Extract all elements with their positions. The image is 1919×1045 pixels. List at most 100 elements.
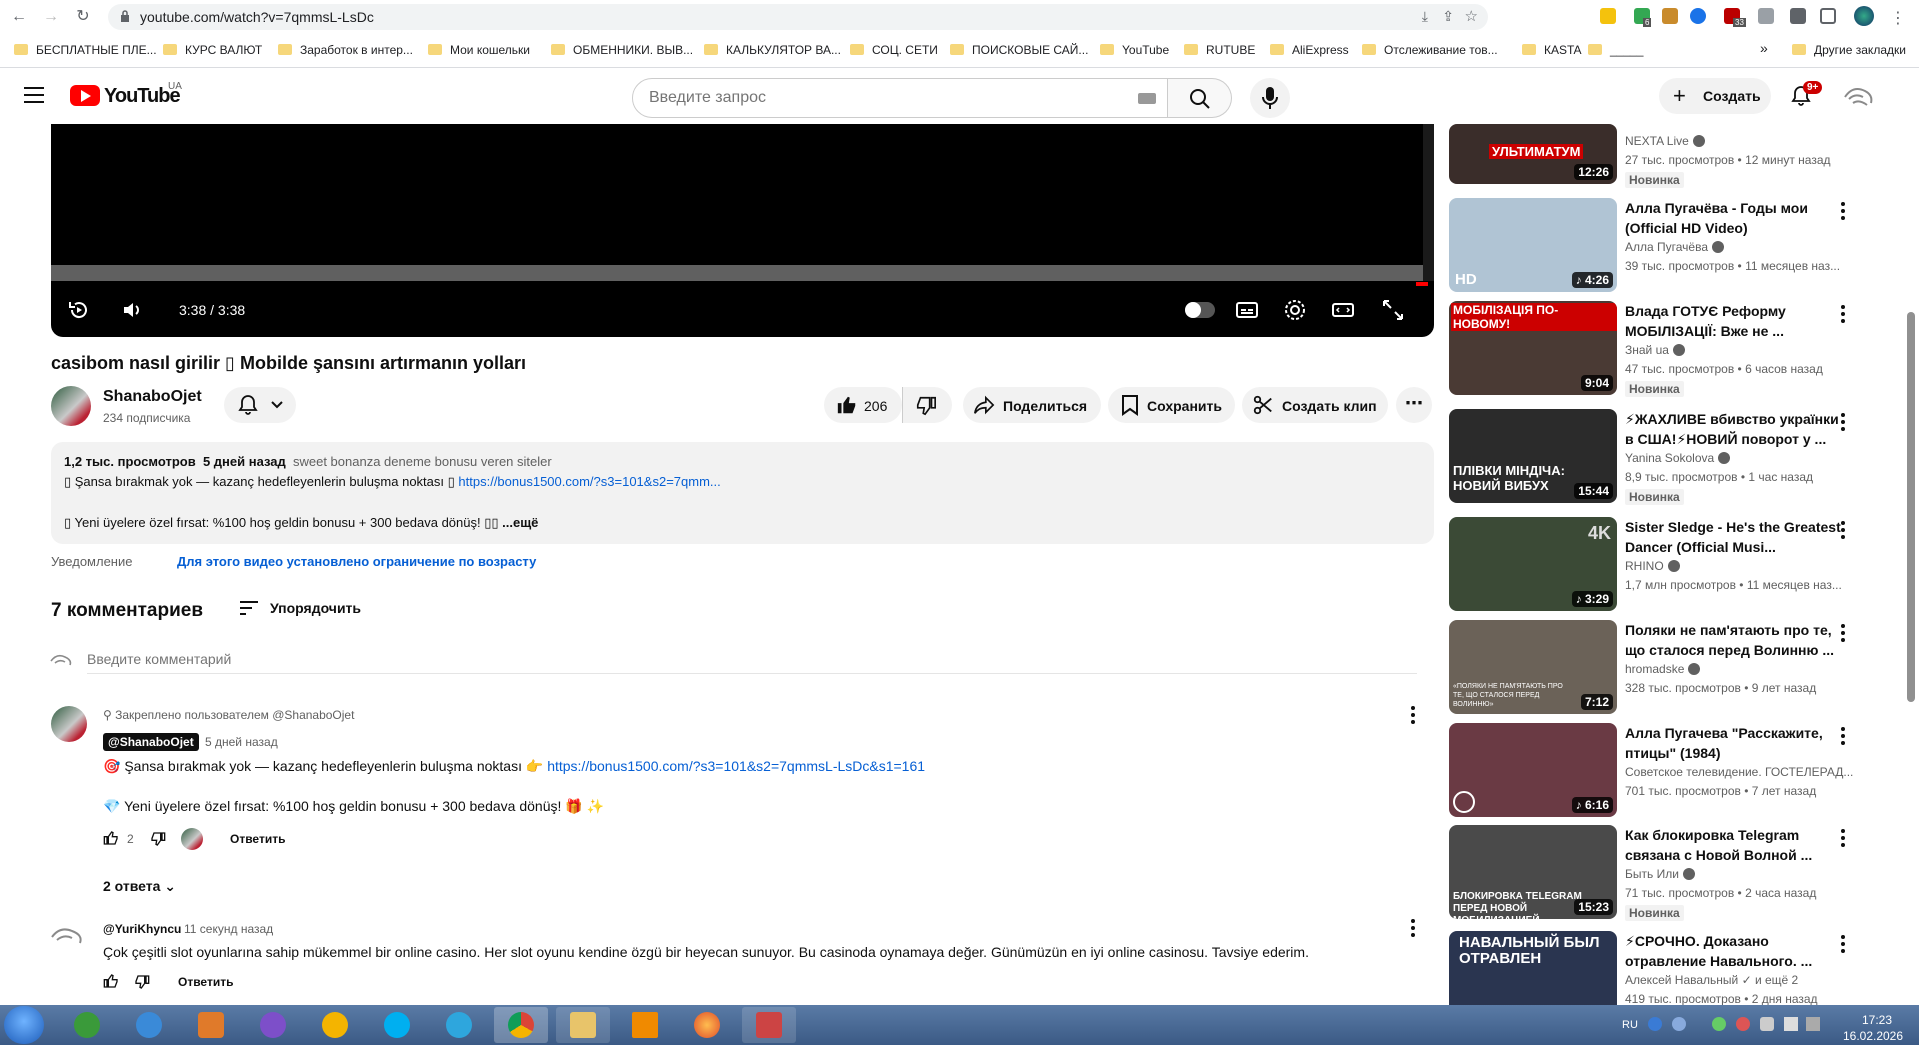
bookmark[interactable]: AliExpress	[1270, 43, 1349, 57]
video-title[interactable]: Как блокировка Telegram связана с Новой …	[1625, 825, 1845, 865]
channel-name[interactable]: Алексей Навальный ✓ и ещё 2	[1625, 973, 1798, 987]
tray-icon[interactable]	[1736, 1017, 1750, 1031]
sidepanel-icon[interactable]	[1820, 8, 1836, 24]
aimp-app-icon[interactable]	[308, 1007, 362, 1043]
more-actions-button[interactable]: ⋯	[1396, 387, 1432, 423]
keyboard-icon[interactable]	[1138, 93, 1156, 104]
torrent-app-icon[interactable]	[60, 1007, 114, 1043]
sort-button[interactable]: Упорядочить	[270, 600, 361, 616]
video-thumbnail[interactable]: 4K ♪ 3:29	[1449, 517, 1617, 611]
channel-name[interactable]: hromadske	[1625, 662, 1701, 676]
recommended-video[interactable]: УЛЬТИМАТУМ 12:26 NEXTA Live 27 тыс. прос…	[1449, 90, 1869, 188]
thumbs-up-icon[interactable]	[103, 830, 119, 846]
skype-app-icon[interactable]	[370, 1007, 424, 1043]
recommended-video[interactable]: НАВАЛЬНЫЙ БЫЛ ОТРАВЛЕН ⚡СРОЧНО. Доказано…	[1449, 931, 1869, 1005]
view-replies-button[interactable]: 2 ответа ⌄	[103, 878, 176, 895]
video-thumbnail[interactable]: УЛЬТИМАТУМ 12:26	[1449, 124, 1617, 184]
comment-author[interactable]: @ShanaboOjet	[103, 733, 199, 751]
bookmark[interactable]: СОЦ. СЕТИ	[850, 43, 938, 57]
channel-name[interactable]: Советское телевидение. ГОСТЕЛЕРАД...	[1625, 765, 1853, 779]
extension-icon[interactable]	[1662, 8, 1678, 24]
comment-avatar[interactable]	[51, 706, 87, 742]
video-thumbnail[interactable]: МОБІЛІЗАЦІЯ ПО-НОВОМУ! 9:04	[1449, 301, 1617, 395]
reply-button[interactable]: Ответить	[178, 975, 233, 989]
bookmark[interactable]: RUTUBE	[1184, 43, 1255, 57]
video-thumbnail[interactable]: HD ♪ 4:26	[1449, 198, 1617, 292]
channel-name[interactable]: NEXTA Live	[1625, 134, 1705, 148]
puzzle-icon[interactable]	[1790, 8, 1806, 24]
video-menu-icon[interactable]	[1841, 202, 1845, 220]
network-icon[interactable]	[1712, 1017, 1726, 1031]
replay-icon[interactable]	[67, 298, 91, 322]
bookmark[interactable]: Отслеживание тов...	[1362, 43, 1498, 57]
explorer-app-icon[interactable]	[556, 1007, 610, 1043]
show-more-link[interactable]: ...ещё	[502, 515, 538, 530]
dislike-button[interactable]	[902, 387, 952, 423]
video-menu-icon[interactable]	[1841, 521, 1845, 539]
extension-icon[interactable]	[1690, 8, 1706, 24]
comment-time[interactable]: 11 секунд назад	[184, 922, 273, 936]
clock-time[interactable]: 17:23	[1852, 1013, 1902, 1027]
clock-date[interactable]: 16.02.2026	[1838, 1029, 1908, 1043]
bookmark[interactable]: Мои кошельки	[428, 43, 530, 57]
reply-button[interactable]: Ответить	[230, 832, 285, 846]
tray-icon[interactable]	[1760, 1017, 1774, 1031]
description-link[interactable]: https://bonus1500.com/?s3=101&s2=7qmm...	[458, 474, 720, 489]
back-icon[interactable]: ←	[8, 6, 30, 28]
video-menu-icon[interactable]	[1841, 935, 1845, 953]
paint-app-icon[interactable]	[742, 1007, 796, 1043]
extension-icon[interactable]	[1600, 8, 1616, 24]
forward-icon[interactable]: →	[40, 6, 62, 28]
chrome-app-icon[interactable]	[494, 1007, 548, 1043]
channel-name[interactable]: Быть Или	[1625, 867, 1695, 881]
video-thumbnail[interactable]: ПЛІВКИ МІНДІЧА: НОВИЙ ВИБУХ 15:44	[1449, 409, 1617, 503]
theater-mode-icon[interactable]	[1331, 298, 1355, 322]
voice-search-button[interactable]	[1250, 78, 1290, 118]
viber-app-icon[interactable]	[246, 1007, 300, 1043]
thumbs-up-icon[interactable]	[103, 973, 119, 989]
video-menu-icon[interactable]	[1841, 727, 1845, 745]
bookmark[interactable]: ПОИСКОВЫЕ САЙ...	[950, 43, 1088, 57]
progress-playhead[interactable]	[1416, 282, 1428, 286]
shield-icon[interactable]	[1758, 8, 1774, 24]
recommended-video[interactable]: 4K ♪ 3:29 Sister Sledge - He's the Great…	[1449, 517, 1869, 613]
volume-icon[interactable]	[1784, 1017, 1798, 1031]
video-menu-icon[interactable]	[1841, 624, 1845, 642]
video-title[interactable]: Алла Пугачёва - Годы мои (Official HD Vi…	[1625, 198, 1845, 238]
bookmark[interactable]: БЕСПЛАТНЫЕ ПЛЕ...	[14, 43, 157, 57]
settings-gear-icon[interactable]	[1283, 298, 1307, 322]
video-menu-icon[interactable]	[1841, 829, 1845, 847]
progress-bar[interactable]	[51, 265, 1423, 281]
recommended-video[interactable]: МОБІЛІЗАЦІЯ ПО-НОВОМУ! 9:04 Влада ГОТУЄ …	[1449, 301, 1869, 397]
thumbs-down-icon[interactable]	[150, 831, 166, 847]
youtube-logo-icon[interactable]	[70, 85, 100, 106]
thumbs-down-icon[interactable]	[134, 974, 150, 990]
comment-input[interactable]	[87, 651, 1417, 674]
tray-icon[interactable]	[1672, 1017, 1686, 1031]
scrollbar[interactable]	[1907, 312, 1915, 702]
video-thumbnail[interactable]: БЛОКИРОВКА TELEGRAM ПЕРЕД НОВОЙ МОБИЛИЗА…	[1449, 825, 1617, 919]
telegram-app-icon[interactable]	[432, 1007, 486, 1043]
subtitles-icon[interactable]	[1235, 298, 1259, 322]
save-button[interactable]: Сохранить	[1108, 387, 1235, 423]
install-icon[interactable]: ⤓	[1422, 8, 1428, 25]
video-thumbnail[interactable]: «ПОЛЯКИ НЕ ПАМ'ЯТАЮТЬ ПРО ТЕ, ЩО СТАЛОСЯ…	[1449, 620, 1617, 714]
help-icon[interactable]	[1648, 1017, 1662, 1031]
comment-author[interactable]: @YuriKhyncu	[103, 922, 181, 936]
video-title[interactable]: Алла Пугачева "Расскажите, птицы" (1984)	[1625, 723, 1845, 763]
age-restriction-notice[interactable]: Для этого видео установлено ограничение …	[177, 554, 536, 569]
recommended-video[interactable]: «ПОЛЯКИ НЕ ПАМ'ЯТАЮТЬ ПРО ТЕ, ЩО СТАЛОСЯ…	[1449, 620, 1869, 716]
share-button[interactable]: Поделиться	[963, 387, 1101, 423]
subscription-bell-button[interactable]	[224, 387, 296, 423]
bookmark[interactable]: _____	[1588, 43, 1643, 57]
address-bar[interactable]: youtube.com/watch?v=7qmmsL-LsDc ⤓ ⇪ ☆	[108, 4, 1488, 30]
channel-name[interactable]: Yanina Sokolova	[1625, 451, 1731, 465]
comment-menu-icon[interactable]	[1411, 919, 1415, 937]
profile-icon[interactable]	[1854, 6, 1874, 26]
channel-name[interactable]: RHINO	[1625, 559, 1680, 573]
bookmark[interactable]: ОБМЕННИКИ. ВЫВ...	[551, 43, 693, 57]
video-player[interactable]: 3:38 / 3:38	[51, 124, 1434, 337]
search-button[interactable]	[1168, 78, 1232, 118]
comment-menu-icon[interactable]	[1411, 706, 1415, 724]
channel-name[interactable]: ShanaboOjet	[103, 388, 202, 406]
